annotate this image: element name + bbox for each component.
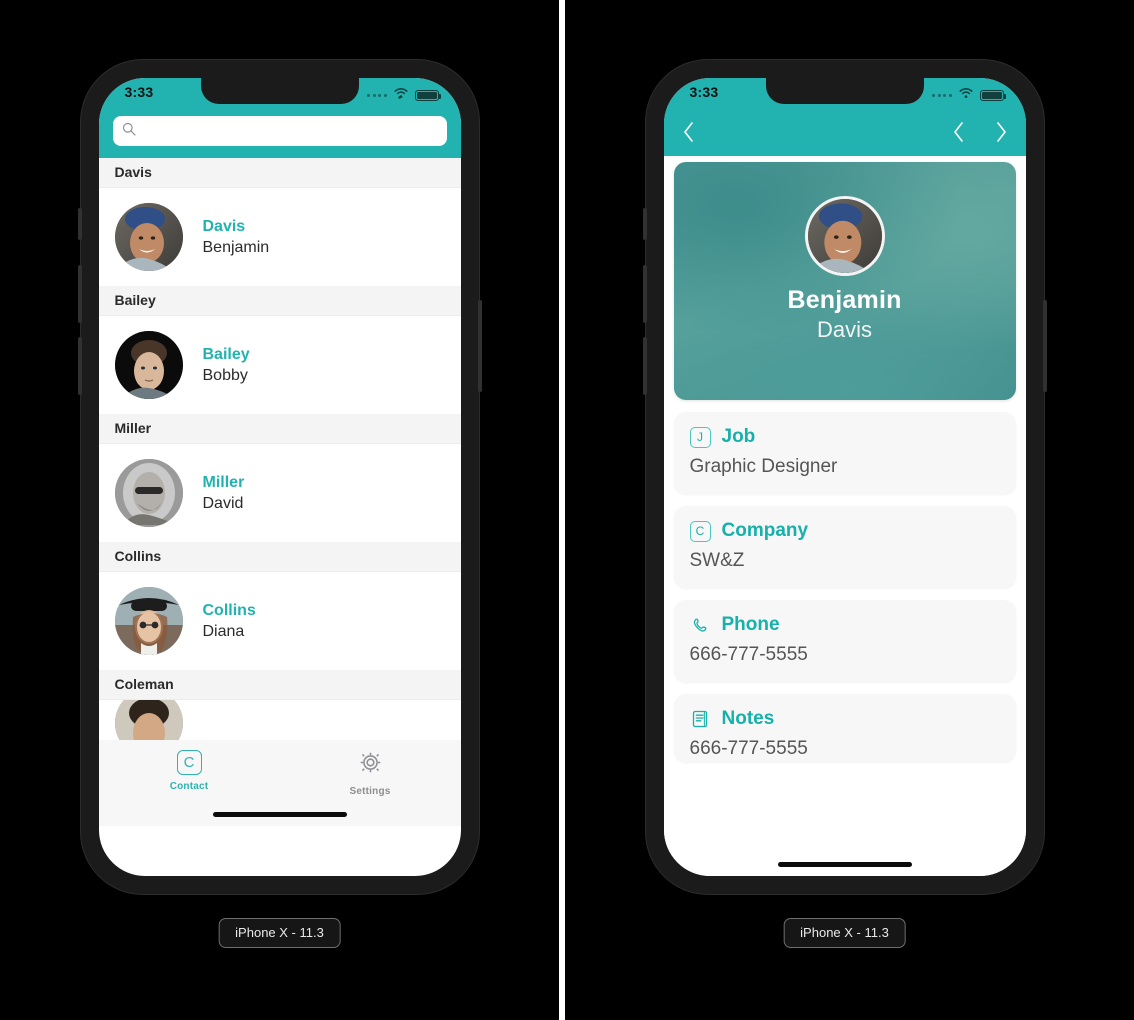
contact-last-name: Collins: [202, 601, 256, 619]
status-bar-clock: 3:33: [689, 84, 719, 100]
device-frame-left: 3:33 Davis Davis Benjamin Bailey Bailey …: [77, 60, 482, 894]
search-input[interactable]: [142, 123, 438, 139]
tab-contact[interactable]: C Contact: [99, 750, 280, 792]
mute-switch[interactable]: [642, 208, 647, 240]
avatar[interactable]: [804, 196, 885, 276]
avatar: [114, 459, 183, 527]
letter-j-icon: J: [689, 426, 711, 448]
search-bar-container: [99, 108, 461, 158]
contact-last-name: Davis: [202, 217, 246, 235]
contact-first-name: David: [202, 494, 244, 512]
avatar: [114, 700, 183, 740]
avatar: [114, 331, 183, 399]
simulator-stage: 3:33 Davis Davis Benjamin Bailey Bailey …: [0, 0, 1134, 1020]
info-card-job[interactable]: J Job Graphic Designer: [673, 412, 1016, 494]
volume-up-button[interactable]: [77, 265, 82, 323]
wifi-icon: [393, 86, 409, 104]
hero-last-name: Davis: [816, 317, 872, 342]
simulator-window-detail: 3:33 Benjamin Davis J Job Graphic Design…: [565, 0, 1124, 1020]
navigation-bar: [663, 108, 1026, 156]
info-card-title: Notes: [721, 708, 775, 729]
tab-settings-label: Settings: [349, 786, 391, 797]
info-card-value: Graphic Designer: [689, 456, 838, 477]
home-indicator[interactable]: [777, 862, 912, 867]
info-card-value: SW&Z: [689, 550, 745, 571]
contacts-list[interactable]: Davis Davis Benjamin Bailey Bailey Bobby…: [98, 158, 461, 826]
info-card-title: Company: [721, 520, 809, 541]
screen-contact-detail: 3:33 Benjamin Davis J Job Graphic Design…: [663, 78, 1026, 876]
phone-icon: [690, 615, 711, 636]
section-header: Bailey: [98, 286, 461, 316]
info-card-phone[interactable]: Phone 666-777-5555: [673, 600, 1016, 682]
next-contact-button[interactable]: [995, 121, 1008, 143]
volume-down-button[interactable]: [642, 337, 647, 395]
battery-icon: [414, 89, 441, 101]
contact-first-name: Diana: [202, 622, 245, 640]
hero-first-name: Benjamin: [787, 286, 902, 314]
section-header: Davis: [98, 158, 461, 188]
info-card-title: Phone: [721, 614, 780, 635]
notes-icon: [690, 709, 711, 730]
info-card-value: 666-777-5555: [689, 738, 808, 759]
contact-first-name: Benjamin: [202, 238, 270, 256]
home-indicator[interactable]: [212, 812, 347, 817]
section-header: Miller: [98, 414, 461, 444]
contact-row[interactable]: [98, 700, 461, 740]
gear-icon: [358, 750, 383, 780]
contact-row[interactable]: Davis Benjamin: [98, 188, 461, 286]
signal-dots-icon: [367, 93, 387, 97]
previous-contact-button[interactable]: [952, 121, 965, 143]
back-button[interactable]: [682, 121, 695, 143]
tab-contact-label: Contact: [169, 781, 209, 792]
info-card-value: 666-777-5555: [689, 644, 808, 665]
mute-switch[interactable]: [77, 208, 82, 240]
letter-c-icon: C: [689, 520, 711, 542]
contact-c-icon: C: [176, 750, 202, 775]
contact-last-name: Miller: [202, 473, 245, 491]
device-caption: iPhone X - 11.3: [218, 918, 341, 948]
power-button[interactable]: [1042, 300, 1047, 392]
simulator-window-contacts: 3:33 Davis Davis Benjamin Bailey Bailey …: [0, 0, 559, 1020]
contact-row[interactable]: Bailey Bobby: [98, 316, 461, 414]
info-card-title: Job: [721, 426, 756, 447]
contact-first-name: Bobby: [202, 366, 248, 384]
status-bar-clock: 3:33: [124, 84, 154, 100]
avatar: [114, 587, 183, 655]
contact-detail-body[interactable]: Benjamin Davis J Job Graphic Designer C: [663, 156, 1026, 876]
search-field[interactable]: [112, 116, 447, 146]
section-header: Coleman: [98, 670, 461, 700]
battery-icon: [979, 89, 1006, 101]
contact-row[interactable]: Miller David: [98, 444, 461, 542]
info-card-company[interactable]: C Company SW&Z: [673, 506, 1016, 588]
avatar: [114, 203, 183, 271]
device-frame-right: 3:33 Benjamin Davis J Job Graphic Design…: [642, 60, 1047, 894]
wifi-icon: [958, 86, 974, 104]
contact-row[interactable]: Collins Diana: [98, 572, 461, 670]
section-header: Collins: [98, 542, 461, 572]
tab-settings[interactable]: Settings: [280, 750, 461, 797]
volume-down-button[interactable]: [77, 337, 82, 395]
contact-last-name: Bailey: [202, 345, 250, 363]
screen-contacts-list: 3:33 Davis Davis Benjamin Bailey Bailey …: [98, 78, 461, 876]
info-card-notes[interactable]: Notes 666-777-5555: [673, 694, 1016, 762]
volume-up-button[interactable]: [642, 265, 647, 323]
signal-dots-icon: [932, 93, 952, 97]
device-notch: [200, 78, 359, 104]
device-notch: [765, 78, 924, 104]
search-icon: [122, 122, 136, 141]
contact-hero-card: Benjamin Davis: [673, 162, 1016, 400]
power-button[interactable]: [477, 300, 482, 392]
device-caption: iPhone X - 11.3: [783, 918, 906, 948]
